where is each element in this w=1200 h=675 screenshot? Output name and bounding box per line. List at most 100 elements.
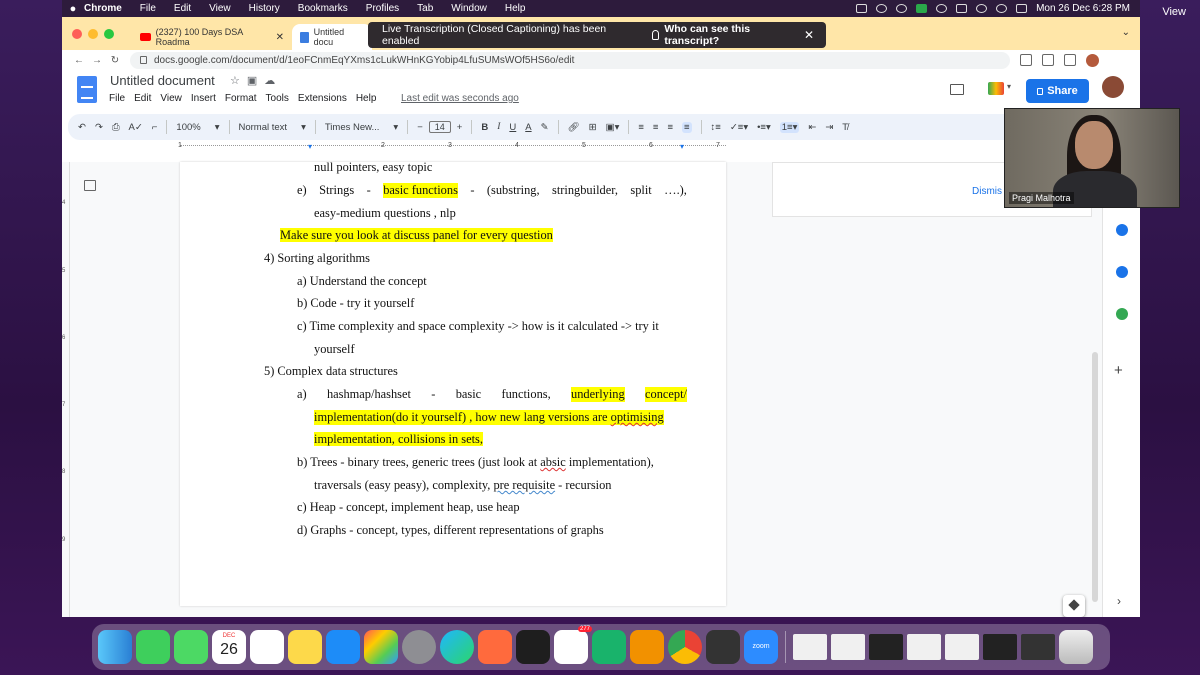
docs-logo-icon[interactable] [77,76,97,103]
align-center-icon[interactable]: ≡ [653,122,659,133]
italic-button[interactable]: I [497,122,500,132]
menubar-bookmarks[interactable]: Bookmarks [298,3,348,14]
menu-help[interactable]: Help [356,93,377,104]
style-select[interactable]: Normal text ▾ [239,122,306,133]
left-indent-marker[interactable]: ▾ [308,142,312,151]
app-status-icon[interactable] [916,4,928,13]
zoom-select[interactable]: 100% ▾ [176,122,219,133]
trash-icon[interactable] [1059,630,1093,664]
search-icon[interactable] [996,4,1008,13]
insert-image-icon[interactable]: ▣▾ [606,122,620,133]
menubar-file[interactable]: File [140,3,156,14]
sublime-text-icon[interactable] [630,630,664,664]
bulleted-list-icon[interactable]: •≡▾ [757,122,771,133]
menubar-view[interactable]: View [209,3,231,14]
edge-icon[interactable] [440,630,474,664]
tab-search-chevron-icon[interactable]: ⌄ [1122,27,1130,38]
tab-youtube[interactable]: (2327) 100 Days DSA Roadma ✕ [132,24,292,50]
increase-indent-icon[interactable]: ⇥ [825,122,833,133]
dismiss-link[interactable]: Dismis [972,186,1002,197]
decrease-font-size-button[interactable]: − [417,122,423,133]
status-icon[interactable] [896,4,908,13]
minimized-window-thumbnail[interactable] [869,634,903,660]
add-comment-icon[interactable]: ⊞ [589,122,597,133]
lock-icon[interactable] [140,56,147,64]
scrollbar[interactable] [1092,352,1098,602]
reminders-icon[interactable] [250,630,284,664]
cloud-status-icon[interactable]: ☁ [264,75,282,87]
decrease-indent-icon[interactable]: ⇤ [808,122,816,133]
forward-arrow-icon[interactable]: → [88,55,106,66]
last-edit-link[interactable]: Last edit was seconds ago [401,93,519,104]
document-page[interactable]: null pointers, easy topic e) Strings - b… [180,160,726,606]
sourcetree-icon[interactable] [592,630,626,664]
line-spacing-icon[interactable]: ↕≡ [711,122,721,133]
bold-button[interactable]: B [481,122,488,133]
transcript-visibility-link[interactable]: Who can see this transcript? [651,23,804,47]
sidebar-icon[interactable] [1064,54,1076,66]
tab-google-docs[interactable]: Untitled docu [292,24,372,50]
back-arrow-icon[interactable]: ← [70,55,88,66]
align-right-icon[interactable]: ≡ [667,122,673,133]
share-page-icon[interactable] [1020,54,1032,66]
menubar-help[interactable]: Help [505,3,526,14]
minimized-window-thumbnail[interactable] [793,634,827,660]
reload-icon[interactable]: ↻ [106,55,124,66]
underline-button[interactable]: U [509,122,516,133]
battery-icon[interactable] [956,4,968,13]
menubar-history[interactable]: History [249,3,280,14]
menubar-edit[interactable]: Edit [174,3,191,14]
extensions-icon[interactable] [1042,54,1054,66]
star-icon[interactable]: ☆ [230,75,247,87]
meet-chevron-icon[interactable]: ▾ [1007,82,1011,91]
redo-icon[interactable]: ↷ [95,122,103,133]
url-bar[interactable]: docs.google.com/document/d/1eoFCnmEqYXms… [130,51,1010,69]
font-select[interactable]: Times New... ▾ [325,122,398,133]
screen-record-icon[interactable] [856,4,868,13]
menu-edit[interactable]: Edit [134,93,151,104]
launchpad-icon[interactable] [364,630,398,664]
add-addon-icon[interactable]: + [1114,362,1123,379]
messages-icon[interactable] [174,630,208,664]
menu-extensions[interactable]: Extensions [298,93,347,104]
checklist-icon[interactable]: ✓≡▾ [730,122,748,133]
minimize-window-button[interactable] [88,29,98,39]
slack-icon[interactable]: 277 [554,626,592,664]
explore-icon[interactable] [1063,595,1085,617]
right-indent-marker[interactable]: ▾ [680,142,684,151]
notes-icon[interactable] [288,630,322,664]
tasks-icon[interactable] [1116,224,1128,236]
menubar-app-name[interactable]: Chrome [84,3,122,14]
menu-file[interactable]: File [109,93,125,104]
menubar-profiles[interactable]: Profiles [366,3,399,14]
document-outline-icon[interactable] [84,180,96,191]
account-avatar[interactable] [1102,76,1124,98]
app-store-icon[interactable] [326,630,360,664]
menu-view[interactable]: View [160,93,182,104]
spellcheck-icon[interactable]: A✓ [129,122,143,133]
document-title[interactable]: Untitled document [110,73,215,88]
chrome-icon[interactable] [668,630,702,664]
sketch-icon[interactable] [478,630,512,664]
play-icon[interactable] [936,4,948,13]
profile-avatar[interactable] [1086,53,1099,67]
menubar-clock[interactable]: Mon 26 Dec 6:28 PM [1036,3,1130,14]
highlight-pen-icon[interactable]: ✎ [541,122,549,133]
justify-icon[interactable]: ≡ [681,121,692,133]
numbered-list-icon[interactable]: 1≡▾ [779,121,800,133]
minimized-window-thumbnail[interactable] [831,634,865,660]
minimized-window-thumbnail[interactable] [983,634,1017,660]
maximize-window-button[interactable] [104,29,114,39]
align-left-icon[interactable]: ≡ [638,122,644,133]
close-toast-icon[interactable]: ✕ [804,28,826,42]
finder-icon[interactable] [98,630,132,664]
maps-icon[interactable] [1116,308,1128,320]
menubar-window[interactable]: Window [451,3,487,14]
close-window-button[interactable] [72,29,82,39]
undo-icon[interactable]: ↶ [78,122,86,133]
comment-history-icon[interactable] [950,84,964,95]
wifi-icon[interactable] [976,4,988,13]
minimized-window-thumbnail[interactable] [907,634,941,660]
paint-format-icon[interactable]: ⌐ [152,122,158,133]
status-icon[interactable] [876,4,888,13]
